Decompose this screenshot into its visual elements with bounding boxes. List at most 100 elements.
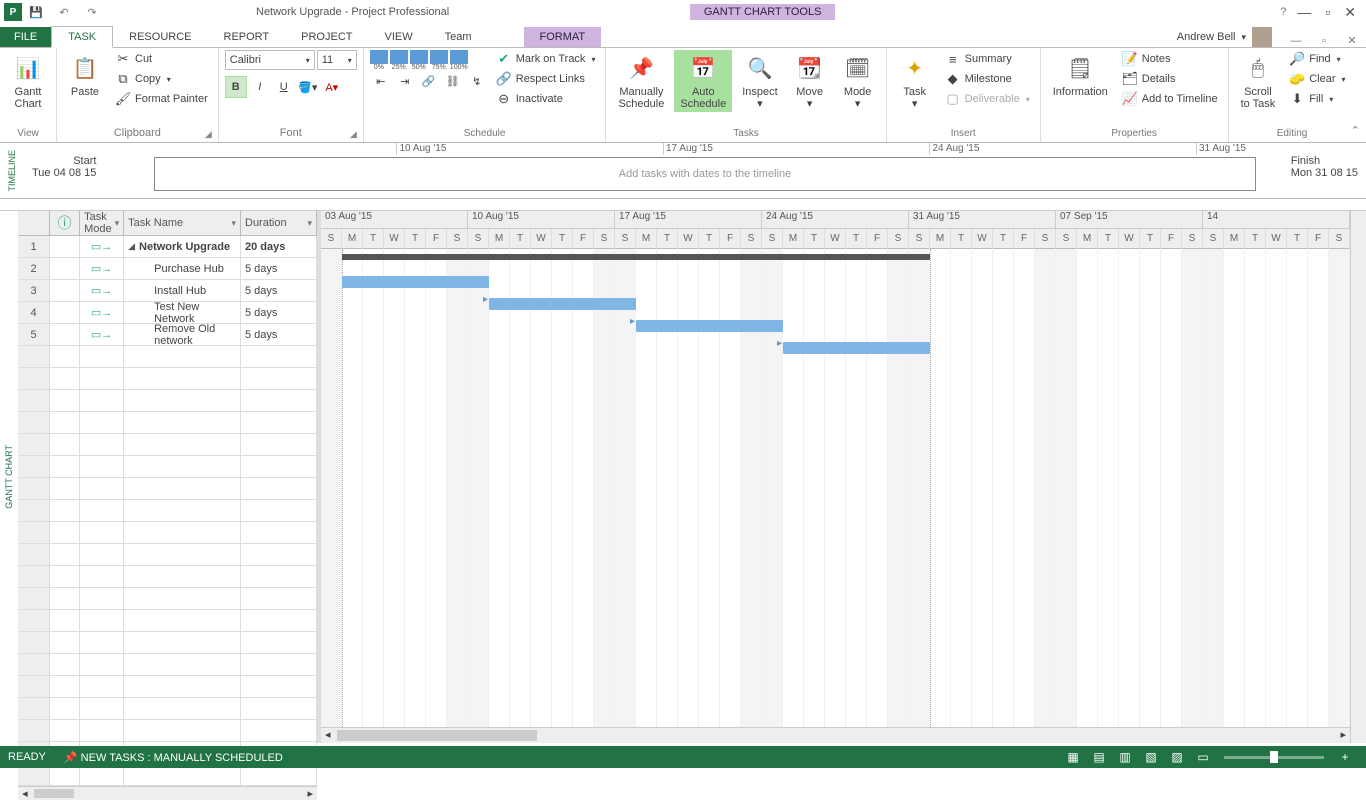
zoom-out-icon[interactable]: ▭: [1190, 750, 1216, 764]
empty-row[interactable]: [18, 676, 317, 698]
bold-button[interactable]: B: [225, 76, 247, 98]
task-bar[interactable]: [783, 342, 930, 354]
cell-duration[interactable]: 20 days: [241, 236, 317, 257]
cell-duration[interactable]: 5 days: [241, 302, 317, 323]
restore-icon[interactable]: ▫: [1325, 4, 1330, 21]
gantt-vscroll[interactable]: [1350, 211, 1366, 743]
cell-name[interactable]: Remove Old network: [124, 324, 241, 345]
empty-row[interactable]: [18, 566, 317, 588]
avatar[interactable]: [1252, 27, 1272, 47]
paste-button[interactable]: 📋 Paste: [63, 50, 107, 100]
indent-button[interactable]: ⇥: [394, 70, 416, 92]
tab-task[interactable]: TASK: [51, 26, 113, 48]
empty-row[interactable]: [18, 478, 317, 500]
ribbon-restore-icon[interactable]: ▫: [1310, 35, 1338, 47]
help-icon[interactable]: ?: [1269, 6, 1297, 18]
cell-duration[interactable]: 5 days: [241, 258, 317, 279]
insert-task-button[interactable]: ✦Task▾: [893, 50, 937, 112]
empty-row[interactable]: [18, 720, 317, 742]
inactivate-button[interactable]: ⊖Inactivate: [492, 90, 600, 108]
view-teamplanner-icon[interactable]: ▥: [1112, 750, 1138, 764]
collapse-icon[interactable]: ◢: [128, 241, 135, 252]
row-number[interactable]: 4: [18, 302, 50, 323]
view-resourcesheet-icon[interactable]: ▧: [1138, 750, 1164, 764]
cell-mode[interactable]: ▭→: [80, 236, 124, 257]
inspect-button[interactable]: 🔍Inspect▾: [736, 50, 783, 112]
clipboard-launcher[interactable]: ◢: [205, 129, 212, 140]
empty-row[interactable]: [18, 368, 317, 390]
link-tasks-button[interactable]: 🔗: [418, 70, 440, 92]
task-table-hscroll[interactable]: ◂▸: [18, 786, 317, 800]
ribbon-minimize-icon[interactable]: —: [1282, 35, 1310, 47]
empty-row[interactable]: [18, 412, 317, 434]
split-task-button[interactable]: ↯: [466, 70, 488, 92]
task-row[interactable]: 3 ▭→ Install Hub 5 days: [18, 280, 317, 302]
collapse-ribbon-icon[interactable]: ⌃: [1351, 124, 1360, 137]
cell-mode[interactable]: ▭→: [80, 324, 124, 345]
undo-icon[interactable]: ↶: [50, 6, 78, 19]
move-button[interactable]: 📆Move▾: [788, 50, 832, 112]
cell-duration[interactable]: 5 days: [241, 280, 317, 301]
cell-name[interactable]: ◢Network Upgrade: [124, 236, 241, 257]
mode-button[interactable]: 🗓Mode▾: [836, 50, 880, 112]
row-number[interactable]: 1: [18, 236, 50, 257]
task-row[interactable]: 4 ▭→ Test New Network 5 days: [18, 302, 317, 324]
cell-mode[interactable]: ▭→: [80, 280, 124, 301]
th-info[interactable]: ⓘ: [50, 211, 80, 235]
row-number[interactable]: 3: [18, 280, 50, 301]
cell-name[interactable]: Test New Network: [124, 302, 241, 323]
empty-row[interactable]: [18, 346, 317, 368]
empty-row[interactable]: [18, 698, 317, 720]
italic-button[interactable]: I: [249, 76, 271, 98]
add-to-timeline-button[interactable]: 📈Add to Timeline: [1118, 90, 1222, 108]
tab-format[interactable]: FORMAT: [524, 27, 602, 47]
cell-name[interactable]: Purchase Hub: [124, 258, 241, 279]
cell-info[interactable]: [50, 258, 80, 279]
cell-info[interactable]: [50, 324, 80, 345]
user-name[interactable]: Andrew Bell: [1177, 31, 1236, 43]
empty-row[interactable]: [18, 610, 317, 632]
scroll-to-task-button[interactable]: 🖱Scroll to Task: [1235, 50, 1282, 112]
cell-info[interactable]: [50, 236, 80, 257]
task-row[interactable]: 5 ▭→ Remove Old network 5 days: [18, 324, 317, 346]
row-number[interactable]: 2: [18, 258, 50, 279]
th-name[interactable]: Task Name▾: [124, 211, 241, 235]
empty-row[interactable]: [18, 654, 317, 676]
format-painter-button[interactable]: 🖌Format Painter: [111, 90, 212, 108]
information-button[interactable]: 🗒Information: [1047, 50, 1114, 100]
view-taskusage-icon[interactable]: ▤: [1086, 750, 1112, 764]
empty-row[interactable]: [18, 434, 317, 456]
view-report-icon[interactable]: ▨: [1164, 750, 1190, 764]
auto-schedule-button[interactable]: 📅Auto Schedule: [674, 50, 732, 112]
mark-on-track-button[interactable]: ✔Mark on Track▾: [492, 50, 600, 68]
font-launcher[interactable]: ◢: [350, 129, 357, 140]
gantt-hscroll[interactable]: ◂▸: [321, 727, 1350, 743]
empty-row[interactable]: [18, 500, 317, 522]
cell-mode[interactable]: ▭→: [80, 302, 124, 323]
percent-complete-buttons[interactable]: [370, 50, 488, 64]
cell-name[interactable]: Install Hub: [124, 280, 241, 301]
tab-team[interactable]: Team: [429, 27, 488, 47]
cell-mode[interactable]: ▭→: [80, 258, 124, 279]
empty-row[interactable]: [18, 456, 317, 478]
gantt-chart-button[interactable]: 📊 Gantt Chart: [6, 50, 50, 112]
cell-info[interactable]: [50, 280, 80, 301]
empty-row[interactable]: [18, 544, 317, 566]
zoom-in-icon[interactable]: +: [1332, 750, 1358, 764]
fill-button[interactable]: ⬇Fill▾: [1285, 90, 1349, 108]
manually-schedule-button[interactable]: 📌Manually Schedule: [612, 50, 670, 112]
notes-button[interactable]: 📝Notes: [1118, 50, 1222, 68]
view-gantt-icon[interactable]: ▦: [1060, 750, 1086, 764]
save-icon[interactable]: 💾: [22, 6, 50, 19]
row-number[interactable]: 5: [18, 324, 50, 345]
font-size-select[interactable]: 11▾: [317, 50, 357, 70]
tab-view[interactable]: VIEW: [368, 27, 428, 47]
close-icon[interactable]: ✕: [1344, 4, 1356, 21]
th-duration[interactable]: Duration▾: [241, 211, 317, 235]
task-row[interactable]: 1 ▭→ ◢Network Upgrade 20 days: [18, 236, 317, 258]
empty-row[interactable]: [18, 588, 317, 610]
task-bar[interactable]: [636, 320, 783, 332]
ribbon-close-icon[interactable]: ✕: [1338, 34, 1366, 47]
zoom-slider[interactable]: [1224, 756, 1324, 759]
task-bar[interactable]: [489, 298, 636, 310]
